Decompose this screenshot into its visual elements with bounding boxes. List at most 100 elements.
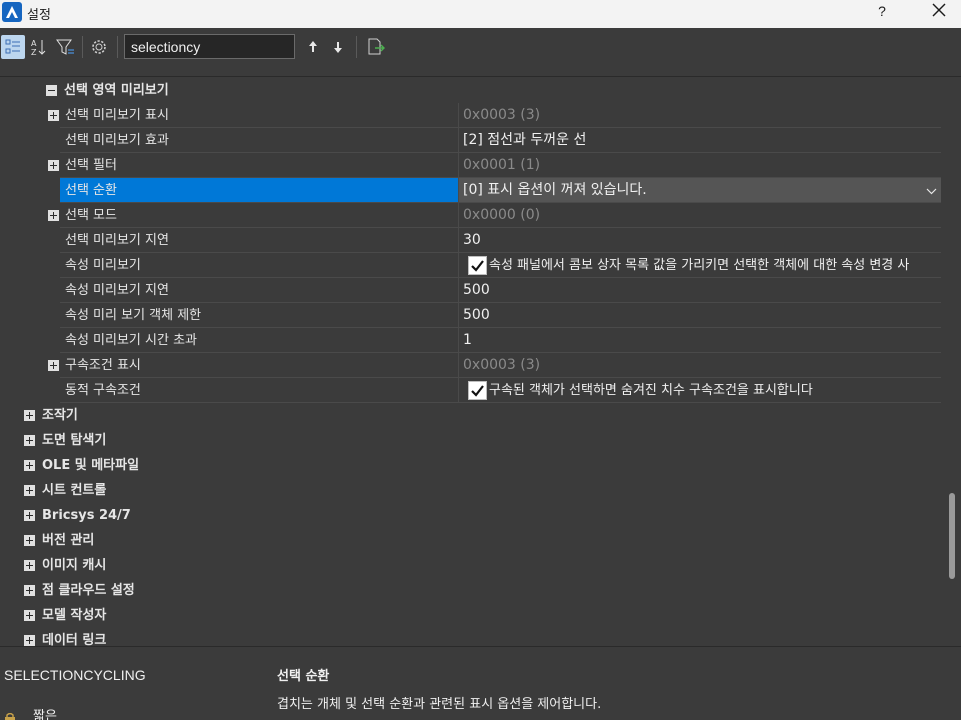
collapse-icon[interactable]: [46, 85, 57, 96]
category-label: 모델 작성자: [42, 608, 107, 623]
property-value[interactable]: 0x0001 (1): [459, 153, 941, 178]
variable-name: SELECTIONCYCLING: [4, 667, 146, 683]
category-row[interactable]: OLE 및 메타파일: [0, 453, 941, 478]
expand-icon[interactable]: [24, 585, 35, 596]
category-row[interactable]: 점 클라우드 설정: [0, 578, 941, 603]
alphabetical-sort-button[interactable]: A Z: [27, 35, 51, 59]
property-value[interactable]: [2] 점선과 두꺼운 선: [459, 128, 941, 153]
property-row[interactable]: 선택 미리보기 지연 30: [0, 228, 941, 253]
svg-text:A: A: [31, 39, 37, 48]
property-row[interactable]: 선택 모드 0x0000 (0): [0, 203, 941, 228]
category-row[interactable]: 버전 관리: [0, 528, 941, 553]
category-row[interactable]: 데이터 링크: [0, 628, 941, 646]
export-button[interactable]: [363, 35, 387, 59]
filter-button[interactable]: [53, 35, 77, 59]
title-bar: 설정 ?: [0, 0, 961, 28]
expand-icon[interactable]: [48, 360, 59, 371]
property-row[interactable]: 속성 미리보기 시간 초과 1: [0, 328, 941, 353]
search-input[interactable]: [124, 34, 295, 59]
alphabetical-sort-icon: A Z: [31, 39, 46, 57]
checkmark-icon: [471, 385, 484, 397]
dropdown-button[interactable]: [922, 178, 941, 203]
description-title: 선택 순환: [277, 669, 330, 684]
property-value-text: [0] 표시 옵션이 꺼져 있습니다.: [463, 182, 647, 198]
property-row[interactable]: 속성 미리보기 지연 500: [0, 278, 941, 303]
property-label: 동적 구속조건: [65, 383, 141, 398]
expand-icon[interactable]: [24, 560, 35, 571]
property-label: 속성 미리 보기 객체 제한: [65, 308, 202, 323]
property-value[interactable]: 0x0000 (0): [459, 203, 941, 228]
settings-button[interactable]: [87, 35, 111, 59]
category-row[interactable]: 시트 컨트롤: [0, 478, 941, 503]
category-label: 이미지 캐시: [42, 558, 107, 573]
property-value[interactable]: 500: [459, 278, 941, 303]
property-row[interactable]: 선택 미리보기 표시 0x0003 (3): [0, 103, 941, 128]
property-name-cell[interactable]: [60, 153, 459, 178]
description-text: 겹치는 개체 및 선택 순환과 관련된 표시 옵션을 제어합니다.: [277, 697, 602, 712]
property-value[interactable]: 0x0003 (3): [459, 353, 941, 378]
property-name-cell[interactable]: [60, 178, 459, 203]
expand-icon[interactable]: [48, 210, 59, 221]
property-row[interactable]: 구속조건 표시 0x0003 (3): [0, 353, 941, 378]
property-value-text: 0x0001 (1): [463, 157, 541, 173]
property-value[interactable]: 구속된 객체가 선택하면 숨겨진 치수 구속조건을 표시합니다: [459, 378, 941, 403]
property-value-text: 0x0000 (0): [463, 207, 541, 223]
export-icon: [368, 38, 385, 55]
expand-icon[interactable]: [24, 485, 35, 496]
property-value[interactable]: 500: [459, 303, 941, 328]
category-row[interactable]: 선택 영역 미리보기: [0, 78, 941, 103]
category-row[interactable]: Bricsys 24/7: [0, 503, 941, 528]
expand-icon[interactable]: [48, 110, 59, 121]
property-label: 속성 미리보기 시간 초과: [65, 333, 197, 348]
scrollbar-thumb[interactable]: [949, 493, 955, 579]
toolbar-separator: [117, 36, 118, 58]
expand-icon[interactable]: [24, 610, 35, 621]
property-value-text: 1: [463, 332, 472, 348]
toolbar-separator: [356, 36, 357, 58]
search-previous-button[interactable]: [301, 35, 325, 59]
lock-icon: [5, 713, 15, 720]
property-row[interactable]: 동적 구속조건 구속된 객체가 선택하면 숨겨진 치수 구속조건을 표시합니다: [0, 378, 941, 403]
expand-icon[interactable]: [24, 410, 35, 421]
category-label: OLE 및 메타파일: [42, 458, 140, 473]
property-row[interactable]: 선택 미리보기 효과 [2] 점선과 두꺼운 선: [0, 128, 941, 153]
property-row[interactable]: 속성 미리보기 속성 패널에서 콤보 상자 목록 값을 가리키면 선택한 객체에 …: [0, 253, 941, 278]
categorized-view-button[interactable]: [1, 35, 25, 59]
category-row[interactable]: 이미지 캐시: [0, 553, 941, 578]
settings-property-grid: 선택 영역 미리보기 선택 미리보기 표시 0x0003 (3) 선택 미리보기 효과…: [0, 78, 941, 646]
close-icon[interactable]: [924, 0, 954, 26]
toolbar-separator: [82, 36, 83, 58]
category-label: 시트 컨트롤: [42, 483, 107, 498]
search-next-button[interactable]: [326, 35, 350, 59]
expand-icon[interactable]: [24, 510, 35, 521]
property-value[interactable]: 0x0003 (3): [459, 103, 941, 128]
filter-icon: [56, 39, 74, 55]
chevron-down-icon: [926, 188, 937, 195]
description-panel: SELECTIONCYCLING 선택 순환 겹치는 개체 및 선택 순환과 관…: [0, 646, 961, 720]
property-value[interactable]: [0] 표시 옵션이 꺼져 있습니다.: [459, 178, 941, 203]
expand-icon[interactable]: [48, 160, 59, 171]
property-row[interactable]: 선택 필터 0x0001 (1): [0, 153, 941, 178]
help-button[interactable]: ?: [870, 3, 894, 25]
vertical-scrollbar[interactable]: [941, 78, 961, 646]
expand-icon[interactable]: [24, 535, 35, 546]
property-value[interactable]: 속성 패널에서 콤보 상자 목록 값을 가리키면 선택한 객체에 대한 속성 변…: [459, 253, 941, 278]
expand-icon[interactable]: [24, 635, 35, 646]
expand-icon[interactable]: [24, 435, 35, 446]
category-row[interactable]: 조작기: [0, 403, 941, 428]
checkbox[interactable]: [468, 381, 487, 400]
arrow-down-icon: [334, 42, 342, 53]
category-label: 버전 관리: [42, 533, 95, 548]
property-name-cell[interactable]: [60, 203, 459, 228]
category-row[interactable]: 모델 작성자: [0, 603, 941, 628]
checkbox[interactable]: [468, 256, 487, 275]
property-row[interactable]: 선택 순환 [0] 표시 옵션이 꺼져 있습니다.: [0, 178, 941, 203]
category-row[interactable]: 도면 탐색기: [0, 428, 941, 453]
category-label: 조작기: [42, 408, 78, 423]
property-label: 선택 순환: [65, 183, 117, 198]
expand-icon[interactable]: [24, 460, 35, 471]
category-label: 도면 탐색기: [42, 433, 107, 448]
property-value[interactable]: 1: [459, 328, 941, 353]
property-row[interactable]: 속성 미리 보기 객체 제한 500: [0, 303, 941, 328]
property-value[interactable]: 30: [459, 228, 941, 253]
